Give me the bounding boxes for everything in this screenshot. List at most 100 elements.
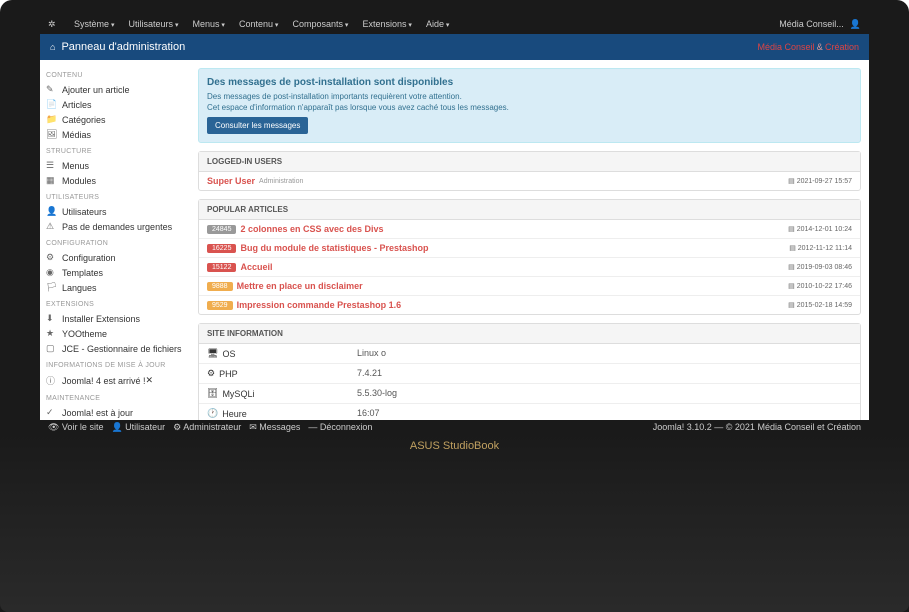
sidebar-icon: 📄	[46, 99, 58, 110]
sidebar-item[interactable]: ▦Modules	[46, 173, 184, 188]
info-row: 🗄 MySQLi5.5.30-log	[199, 384, 860, 404]
sidebar-icon: ⬇	[46, 313, 58, 324]
sidebar-item[interactable]: 📄 Articles	[46, 97, 184, 112]
menu-système[interactable]: Système	[68, 16, 120, 32]
info-row: 🕐 Heure16:07	[199, 404, 860, 420]
sidebar-icon: ☰	[46, 160, 58, 171]
main-content: Des messages de post-installation sont d…	[190, 60, 869, 420]
article-link[interactable]: Bug du module de statistiques - Prestash…	[240, 243, 428, 253]
article-link[interactable]: 2 colonnes en CSS avec des Divs	[240, 224, 383, 234]
article-link[interactable]: Accueil	[240, 262, 272, 272]
post-install-alert: Des messages de post-installation sont d…	[198, 68, 861, 143]
sidebar-heading: CONFIGURATION	[46, 240, 184, 247]
sidebar-icon: ⚠	[46, 221, 58, 232]
sidebar-icon: ▢	[46, 343, 58, 354]
info-value: 16:07	[357, 408, 380, 419]
date: ▤ 2010-10-22 17:46	[788, 282, 852, 290]
date: ▤ 2012-11-12 11:14	[789, 244, 852, 252]
brand-label: Média Conseil & Création	[757, 42, 859, 52]
sidebar-icon: 🖼	[46, 129, 58, 140]
footer-link[interactable]: — Déconnexion	[308, 422, 372, 432]
alert-title: Des messages de post-installation sont d…	[207, 77, 852, 88]
sidebar-heading: EXTENSIONS	[46, 301, 184, 308]
sidebar-label: Ajouter un article	[62, 85, 130, 95]
topbar-menu: SystèmeUtilisateursMenusContenuComposant…	[68, 16, 455, 32]
topbar: ✲ SystèmeUtilisateursMenusContenuComposa…	[40, 14, 869, 34]
sidebar-item[interactable]: 🖼 Médias	[46, 127, 184, 142]
sidebar-item[interactable]: ⬇ Installer Extensions	[46, 311, 184, 326]
close-icon[interactable]: ✕	[146, 375, 154, 386]
article-row: 16225 Bug du module de statistiques - Pr…	[199, 239, 860, 258]
menu-utilisateurs[interactable]: Utilisateurs	[122, 16, 184, 32]
page-header: ⌂ Panneau d'administration Média Conseil…	[40, 34, 869, 60]
footer-link[interactable]: 👁 Voir le site	[48, 422, 103, 433]
sidebar-label: Pas de demandes urgentes	[62, 222, 172, 232]
sidebar-item[interactable]: 📁Catégories	[46, 112, 184, 127]
sidebar-label: Joomla! 4 est arrivé !	[62, 376, 146, 386]
sidebar-item[interactable]: ★YOOtheme	[46, 326, 184, 341]
hit-count-badge: 16225	[207, 244, 236, 253]
sidebar-item[interactable]: ◉Templates	[46, 265, 184, 280]
menu-contenu[interactable]: Contenu	[233, 16, 285, 32]
footer-version: Joomla! 3.10.2 — © 2021 Média Conseil et…	[653, 422, 861, 432]
menu-extensions[interactable]: Extensions	[356, 16, 418, 32]
info-key: MySQLi	[222, 389, 254, 399]
sidebar-label: Joomla! est à jour	[62, 408, 133, 418]
sidebar-item[interactable]: ⓘJoomla! 4 est arrivé ! ✕	[46, 372, 184, 389]
sidebar-label: JCE - Gestionnaire de fichiers	[62, 344, 182, 354]
footer-link[interactable]: ✉ Messages	[249, 422, 300, 433]
sidebar-item[interactable]: ⚠ Pas de demandes urgentes	[46, 219, 184, 234]
sidebar-heading: UTILISATEURS	[46, 194, 184, 201]
menu-aide[interactable]: Aide	[420, 16, 455, 32]
sidebar-heading: CONTENU	[46, 72, 184, 79]
sidebar-item[interactable]: ▢ JCE - Gestionnaire de fichiers	[46, 341, 184, 356]
info-icon: ⚙	[207, 368, 215, 379]
footer-link[interactable]: ⚙ Administrateur	[173, 422, 241, 433]
footer-link[interactable]: 👤 Utilisateur	[111, 422, 165, 433]
sidebar-icon: ✎	[46, 84, 58, 95]
topbar-right[interactable]: Média Conseil... 👤	[779, 19, 861, 30]
panel-heading: SITE INFORMATION	[199, 324, 860, 344]
info-value: Linux o	[357, 348, 386, 359]
hit-count-badge: 9529	[207, 301, 233, 310]
sidebar-label: Modules	[62, 176, 96, 186]
site-name-link[interactable]: Média Conseil...	[779, 19, 844, 29]
user-note: Administration	[259, 178, 303, 185]
joomla-logo-icon: ✲	[48, 17, 62, 31]
alert-text-2: Cet espace d'information n'apparaît pas …	[207, 102, 852, 113]
hit-count-badge: 15122	[207, 263, 236, 272]
sidebar-item[interactable]: ☰ Menus	[46, 158, 184, 173]
sidebar-item[interactable]: 🏳Langues	[46, 280, 184, 295]
popular-articles-panel: POPULAR ARTICLES 24845 2 colonnes en CSS…	[198, 199, 861, 315]
sidebar-label: Menus	[62, 161, 89, 171]
menu-menus[interactable]: Menus	[186, 16, 230, 32]
info-icon: 🗄	[207, 388, 218, 399]
site-info-panel: SITE INFORMATION 🖥 OSLinux o⚙ PHP7.4.21🗄…	[198, 323, 861, 420]
hit-count-badge: 9888	[207, 282, 233, 291]
panel-heading: LOGGED-IN USERS	[199, 152, 860, 172]
logged-users-panel: LOGGED-IN USERS Super User Administratio…	[198, 151, 861, 191]
sidebar-item[interactable]: ✎ Ajouter un article	[46, 82, 184, 97]
user-link[interactable]: Super User	[207, 176, 255, 186]
article-row: 24845 2 colonnes en CSS avec des Divs▤ 2…	[199, 220, 860, 239]
date: ▤ 2015-02-18 14:59	[788, 301, 852, 309]
info-icon: 🖥	[207, 348, 218, 359]
sidebar-icon: 👤	[46, 206, 58, 217]
sidebar-heading: MAINTENANCE	[46, 395, 184, 402]
sidebar-item[interactable]: ✓Joomla! est à jour	[46, 405, 184, 420]
sidebar-label: Utilisateurs	[62, 207, 107, 217]
sidebar-item[interactable]: 👤 Utilisateurs	[46, 204, 184, 219]
menu-composants[interactable]: Composants	[286, 16, 354, 32]
article-link[interactable]: Impression commande Prestashop 1.6	[237, 300, 402, 310]
view-messages-button[interactable]: Consulter les messages	[207, 117, 308, 134]
panel-heading: POPULAR ARTICLES	[199, 200, 860, 220]
user-row: Super User Administration▤ 2021-09-27 15…	[199, 172, 860, 190]
sidebar-item[interactable]: ⚙Configuration	[46, 250, 184, 265]
sidebar-label: Médias	[62, 130, 91, 140]
sidebar-label: Installer Extensions	[62, 314, 140, 324]
sidebar-label: Articles	[62, 100, 92, 110]
user-icon[interactable]: 👤	[850, 19, 861, 30]
sidebar-icon: ★	[46, 328, 58, 339]
article-link[interactable]: Mettre en place un disclaimer	[237, 281, 363, 291]
sidebar-icon: ⚙	[46, 252, 58, 263]
